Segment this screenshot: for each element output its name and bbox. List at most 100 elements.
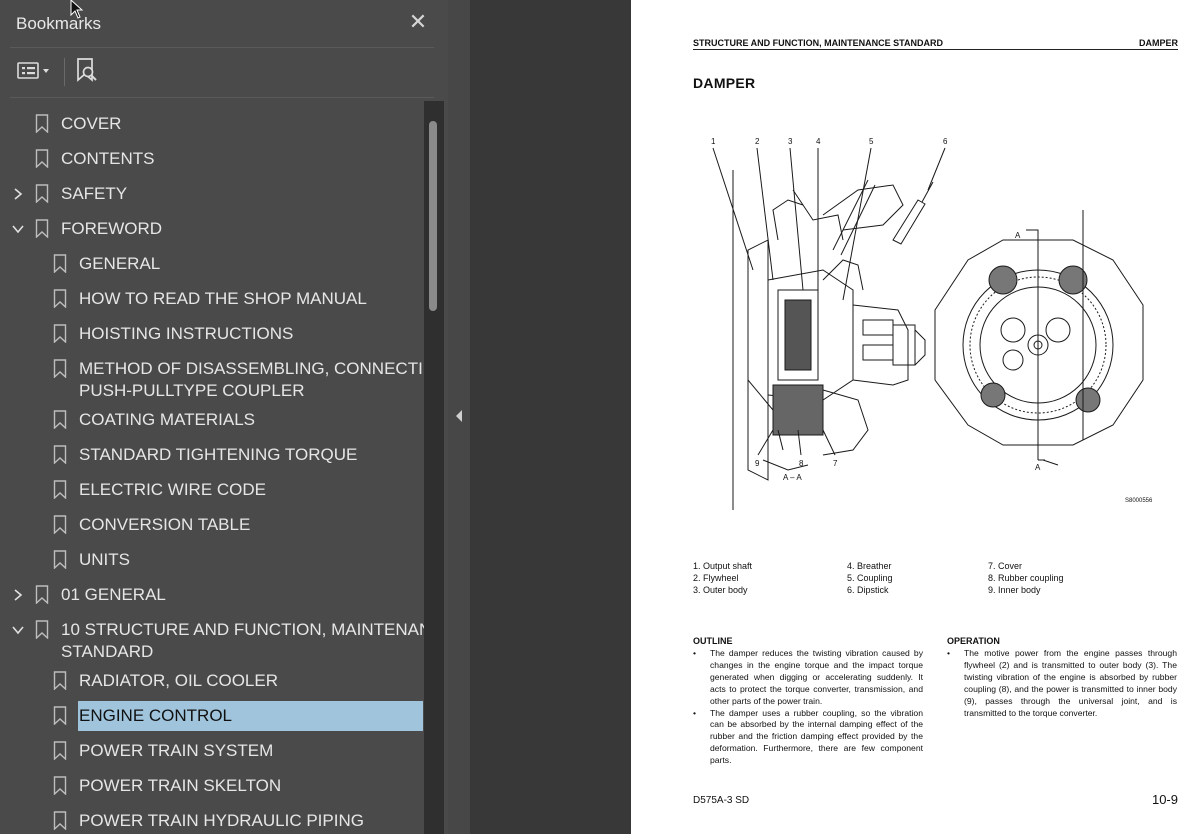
pdf-page: STRUCTURE AND FUNCTION, MAINTENANCE STAN… [631,0,1200,834]
bookmark-icon [53,410,67,429]
bookmarks-panel: Bookmarks ✕ COVER CONTENTS SAFETY FOREWORD G… [0,0,448,834]
chevron-right-icon[interactable] [11,187,25,201]
bookmark-item[interactable]: 01 GENERAL [0,580,424,610]
bookmark-label-line: COVER [61,114,122,133]
section-label: A – A [783,473,802,482]
legend-item: 1. Output shaft [693,561,753,571]
bookmark-item[interactable]: RADIATOR, OIL COOLER [0,666,424,696]
bookmark-item[interactable]: 10 STRUCTURE AND FUNCTION, MAINTENANCE ST… [0,615,424,661]
operation-text: • The motive power from the engine passe… [947,648,1177,719]
damper-diagram: 1 2 3 4 5 6 9 8 7 A – A A A [711,137,1144,510]
bookmark-tree: COVER CONTENTS SAFETY FOREWORD GENERAL HOW TO… [0,101,424,834]
find-bookmark-icon[interactable] [74,56,100,86]
bookmark-icon [35,620,49,639]
section-mark-bottom: A [1035,463,1041,472]
bookmark-item[interactable]: POWER TRAIN SYSTEM [0,736,424,766]
bookmark-item[interactable]: CONTENTS [0,144,424,174]
legend-item: 7. Cover [988,561,1023,571]
bookmark-label: CONVERSION TABLE [79,514,250,536]
bookmark-label-line: CONTENTS [61,149,155,168]
bookmark-item[interactable]: METHOD OF DISASSEMBLING, CONNECTING PUSH-… [0,354,424,400]
bookmark-label-line: POWER TRAIN SKELTON [79,776,282,795]
bookmark-item[interactable]: UNITS [0,545,424,575]
bookmark-item[interactable]: COATING MATERIALS [0,405,424,435]
bookmark-item[interactable]: CONVERSION TABLE [0,510,424,540]
bookmark-item[interactable]: HOW TO READ THE SHOP MANUAL [0,284,424,314]
page-header-section: STRUCTURE AND FUNCTION, MAINTENANCE STAN… [693,38,943,48]
bookmark-label-line: CONVERSION TABLE [79,515,251,534]
bookmark-item[interactable]: POWER TRAIN SKELTON [0,771,424,801]
bookmark-item[interactable]: GENERAL [0,249,424,279]
bookmark-icon [35,114,49,133]
bookmark-item[interactable]: HOISTING INSTRUCTIONS [0,319,424,349]
bookmark-item[interactable]: FOREWORD [0,214,424,244]
close-icon[interactable]: ✕ [406,10,430,34]
bookmark-label-line: UNITS [79,550,130,569]
bookmark-icon [53,811,67,830]
bookmark-label: FOREWORD [61,218,162,240]
bookmark-label: POWER TRAIN SKELTON [79,775,281,797]
bookmark-label: METHOD OF DISASSEMBLING, CONNECTING PUSH-… [79,358,424,402]
chevron-right-icon[interactable] [11,588,25,602]
legend-item: 2. Flywheel [693,573,739,583]
figure-code: S8000556 [1125,498,1153,504]
bullet-text: The damper uses a rubber coupling, so th… [710,707,923,766]
bookmark-label-line: STANDARD TIGHTENING TORQUE [79,445,358,464]
bookmark-label-line: RADIATOR, OIL COOLER [79,671,279,690]
page-footer-model: D575A-3 SD [693,795,750,806]
outline-bullet: • The damper uses a rubber coupling, so … [693,708,923,768]
bookmark-label-line: SAFETY [61,184,128,203]
bookmark-item[interactable]: STANDARD TIGHTENING TORQUE [0,440,424,470]
section-mark-top: A [1015,231,1021,240]
collapse-panel-icon[interactable] [453,405,465,427]
page-title: DAMPER [693,75,756,91]
bookmark-label: POWER TRAIN SYSTEM [79,740,273,762]
bookmark-label-line: POWER TRAIN SYSTEM [79,741,274,760]
page-header-topic: DAMPER [1138,38,1178,48]
bookmark-icon [35,585,49,604]
legend-item: 8. Rubber coupling [988,573,1064,583]
bookmark-item[interactable]: ELECTRIC WIRE CODE [0,475,424,505]
scrollbar-thumb[interactable] [429,121,437,311]
operation-heading: OPERATION [947,636,1000,646]
bookmark-label-line: PUSH-PULLTYPE COUPLER [79,381,305,400]
bookmark-label: STANDARD TIGHTENING TORQUE [79,444,357,466]
toolbar-divider [64,58,65,86]
bookmark-label-line: POWER TRAIN HYDRAULIC PIPING [79,811,364,830]
bookmark-label-line: HOISTING INSTRUCTIONS [79,324,294,343]
bullet-text: The motive power from the engine passes … [964,648,1177,718]
chevron-down-icon[interactable] [11,623,25,637]
bullet: • [693,648,697,658]
bookmark-item[interactable]: SAFETY [0,179,424,209]
legend-col-2: 4. Breather 5. Coupling 6. Dipstick [847,560,893,596]
mouse-pointer-icon [70,0,84,19]
bookmark-item[interactable]: COVER [0,109,424,139]
options-list-icon[interactable] [14,58,58,84]
bookmark-icon [35,149,49,168]
bookmarks-title: Bookmarks [16,14,102,33]
callout-4: 4 [816,137,821,146]
bookmark-label: 01 GENERAL [61,584,166,606]
bookmark-icon [53,741,67,760]
legend-col-3: 7. Cover 8. Rubber coupling 9. Inner bod… [988,560,1064,596]
bookmark-icon [53,550,67,569]
bookmarks-header: Bookmarks ✕ [0,0,448,48]
callout-1: 1 [711,137,716,146]
bookmark-item[interactable]: ENGINE CONTROL [0,701,424,731]
callout-3: 3 [788,137,793,146]
divider [10,47,434,48]
page-number: 10-9 [1151,792,1178,807]
bookmark-label-line: ENGINE CONTROL [79,706,233,725]
bookmark-icon [53,480,67,499]
bookmark-label: HOW TO READ THE SHOP MANUAL [79,288,367,310]
legend-item: 4. Breather [847,561,892,571]
chevron-down-icon[interactable] [11,222,25,236]
callout-8: 8 [799,459,804,468]
bookmark-label-line: STANDARD [61,642,154,661]
legend-item: 6. Dipstick [847,585,889,595]
bookmark-item[interactable]: POWER TRAIN HYDRAULIC PIPING [0,806,424,834]
bookmark-label-line: 10 STRUCTURE AND FUNCTION, MAINTENANCE [61,620,424,639]
bookmark-label-line: COATING MATERIALS [79,410,256,429]
bookmark-icon [53,706,67,725]
bookmark-label: UNITS [79,549,130,571]
